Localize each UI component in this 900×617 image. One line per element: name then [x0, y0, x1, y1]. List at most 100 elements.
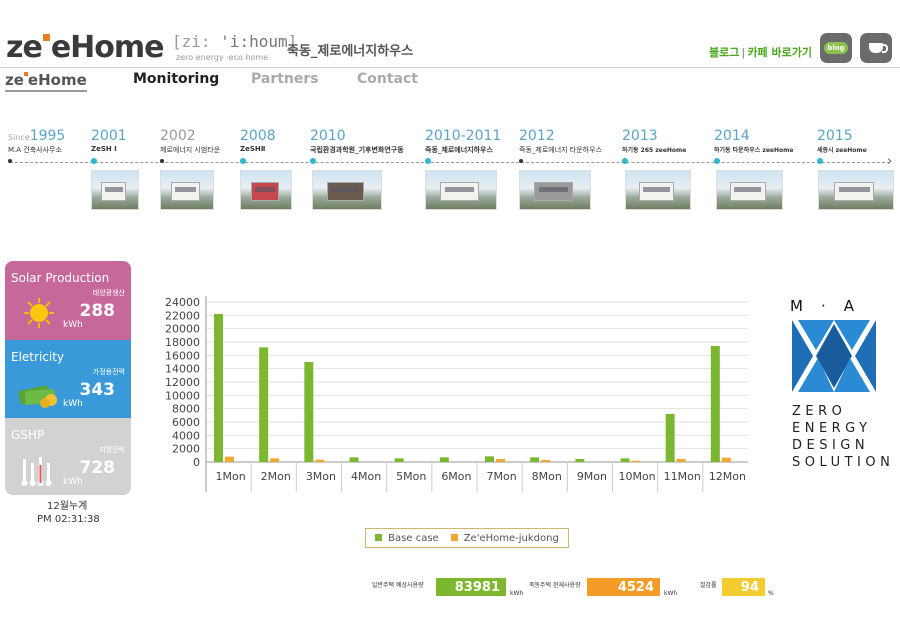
y-tick-label: 24000	[165, 296, 200, 309]
phonetic-sub-c: home	[245, 53, 269, 62]
panel-title: Eletricity	[11, 350, 65, 364]
bar-base-case	[485, 456, 494, 462]
timeline-item[interactable]: 2012 죽동_제로에너지 타운하우스	[519, 128, 602, 210]
x-tick-label: 11Mon	[664, 470, 701, 483]
nav-home-link[interactable]: ze eHome	[5, 71, 87, 92]
timeline-year: 2010-2011	[425, 128, 502, 144]
clock: PM 02:31:38	[37, 514, 100, 525]
chart-legend: Base case Ze'eHome-jukdong	[365, 528, 569, 548]
timeline-year: 2002	[160, 128, 196, 144]
bar-jukdong	[541, 460, 551, 462]
timeline-item[interactable]: 2013 하기동 265 zeeHome	[622, 128, 691, 210]
bar-jukdong	[721, 457, 731, 462]
timeline-photo[interactable]	[818, 170, 894, 210]
nav-monitoring[interactable]: Monitoring	[133, 71, 219, 87]
stat-unit-saving: %	[768, 590, 774, 597]
bar-jukdong	[496, 459, 505, 462]
y-tick-label: 4000	[172, 429, 200, 442]
x-tick-label: 10Mon	[618, 470, 655, 483]
phonetic-subtitle: zero energy ·eco home	[176, 53, 269, 62]
timeline-year: 2010	[310, 128, 346, 144]
bar-jukdong	[270, 458, 280, 462]
y-tick-label: 20000	[165, 323, 200, 336]
blog-icon-button[interactable]: blog	[820, 33, 852, 63]
panel-unit: kWh	[63, 477, 83, 487]
x-tick-label: 4Mon	[351, 470, 381, 483]
panel-unit: kWh	[63, 399, 83, 409]
brand-korean-title: 죽동_제로에너지하우스	[287, 44, 414, 59]
y-tick-label: 8000	[172, 403, 200, 416]
blog-link[interactable]: 블로그	[709, 46, 739, 59]
timeline-year-value: 1995	[29, 128, 66, 144]
geothermal-icon	[21, 457, 52, 486]
timeline-dot	[714, 158, 720, 164]
timeline-label: 하기동 265 zeeHome	[622, 147, 687, 154]
bar-base-case	[304, 362, 314, 462]
timeline-dot	[425, 158, 431, 164]
timeline-dot	[8, 159, 12, 163]
timeline-item[interactable]: 2002 제로에너지 시범타운	[160, 128, 220, 210]
phonetic-label: [zi: 'i:houm]	[172, 32, 297, 51]
timeline-line	[10, 162, 890, 163]
sun-icon	[24, 298, 54, 328]
nav-contact[interactable]: Contact	[357, 71, 418, 87]
phonetic-mid: 'i:houm	[220, 32, 288, 51]
timeline-photo[interactable]	[240, 170, 292, 210]
ma-line: DESIGN	[792, 438, 870, 453]
legend-item-jukdong[interactable]: Ze'eHome-jukdong	[450, 533, 559, 544]
bar-jukdong	[676, 459, 686, 462]
timeline-photo[interactable]	[425, 170, 497, 210]
timeline-next-arrow-icon[interactable]: ›	[887, 154, 892, 169]
panel-subtitle: 지열전력	[99, 446, 125, 454]
timeline-dot	[240, 158, 246, 164]
x-tick-label: 1Mon	[215, 470, 245, 483]
logo-dot	[42, 34, 50, 41]
bar-base-case	[439, 457, 449, 462]
stat-label-saving: 절감률	[700, 582, 717, 589]
cafe-link[interactable]: 카페 바로가기	[747, 46, 812, 59]
ma-line: ENERGY	[792, 421, 872, 436]
timeline-item[interactable]: 2001 ZeSH I	[91, 128, 139, 210]
legend-item-base[interactable]: Base case	[375, 533, 439, 544]
stat-value-expected: 83981	[436, 578, 506, 596]
panel-unit: kWh	[63, 320, 83, 330]
nav-partners[interactable]: Partners	[251, 71, 319, 87]
logo-left: ze	[6, 30, 43, 65]
timeline-photo[interactable]	[160, 170, 214, 210]
bar-jukdong	[315, 459, 325, 462]
stat-unit-current: kWh	[664, 590, 678, 597]
x-tick-label: 12Mon	[709, 470, 746, 483]
stat-value-saving: 94	[722, 578, 765, 596]
timeline-item[interactable]: 2010-2011 죽동_제로에너지하우스	[425, 128, 502, 210]
money-icon	[18, 385, 57, 408]
timeline-item[interactable]: Since1995 M.A 건축사사무소	[8, 128, 66, 163]
timeline-since: Since	[8, 133, 30, 142]
timeline-photo[interactable]	[312, 170, 382, 210]
timeline-item[interactable]: 2015 세종시 zeeHome	[817, 128, 894, 210]
panel-title: GSHP	[11, 428, 45, 442]
cafe-icon-button[interactable]	[860, 33, 892, 63]
legend-swatch	[375, 533, 383, 541]
timeline-label: ZeSHⅡ	[240, 145, 266, 153]
bar-jukdong	[631, 460, 641, 462]
stat-value-current: 4524	[587, 578, 660, 596]
bar-base-case	[710, 346, 720, 462]
timeline-item[interactable]: 2010 국립환경과학원_기후변화연구동	[310, 128, 404, 210]
site-logo[interactable]: ze eHome	[6, 30, 164, 65]
y-tick-label: 12000	[165, 376, 200, 389]
y-tick-label: 6000	[172, 416, 200, 429]
timeline-item[interactable]: 2008 ZeSHⅡ	[240, 128, 292, 210]
timeline-year: 2012	[519, 128, 555, 144]
bar-base-case	[665, 414, 675, 462]
timeline-photo[interactable]	[519, 170, 591, 210]
bar-base-case	[620, 458, 630, 462]
timeline-photo[interactable]	[91, 170, 139, 210]
timeline-photo[interactable]	[625, 170, 691, 210]
timeline-item[interactable]: 2014 하기동 타운하우스 zeeHome	[714, 128, 793, 210]
stat-label-current: 죽동주택 현재사용량	[529, 582, 581, 589]
bar-base-case	[394, 458, 404, 462]
timeline-photo[interactable]	[716, 170, 783, 210]
legend-label: Base case	[388, 532, 439, 544]
timeline-label: 죽동_제로에너지하우스	[425, 146, 493, 154]
x-tick-label: 5Mon	[396, 470, 426, 483]
